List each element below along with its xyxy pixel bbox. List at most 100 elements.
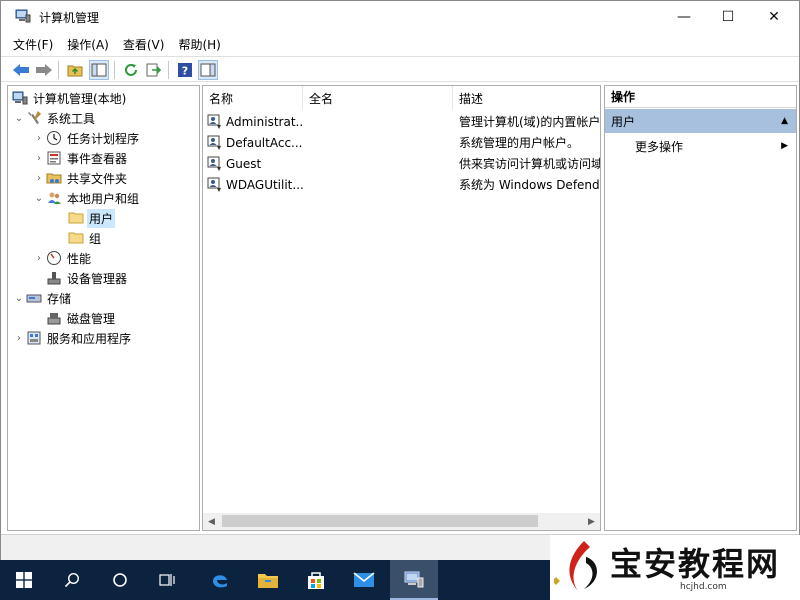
file-explorer-button[interactable] [244,560,292,600]
tree-label-task-scheduler: 任务计划程序 [67,131,140,146]
storage-icon [26,294,42,303]
store-button[interactable] [292,560,340,600]
chevron-right-icon[interactable]: › [32,253,46,264]
menu-file[interactable]: 文件(F) [7,36,59,53]
scrollbar-thumb[interactable] [222,515,538,527]
mail-icon [353,572,375,587]
actions-section-label: 用户 [611,114,636,129]
tree-item-local-users[interactable]: ⌄ 本地用户和组 [32,188,141,208]
help-icon[interactable]: ? [175,60,195,80]
user-name: WDAGUtilit... [226,177,303,192]
tools-icon [28,111,41,124]
menu-action[interactable]: 操作(A) [61,36,115,53]
scroll-right-icon[interactable]: ▶ [583,513,600,530]
tree-label-system-tools: 系统工具 [47,111,96,126]
tree-label-performance: 性能 [67,251,92,266]
task-view-button[interactable] [144,560,192,600]
menu-help[interactable]: 帮助(H) [172,36,226,53]
tree-item-users[interactable]: 用户 [68,208,116,228]
more-actions-item[interactable]: 更多操作 ▶ [635,136,790,156]
computer-management-icon [12,91,28,105]
tree-label-local-users: 本地用户和组 [67,191,140,206]
search-button[interactable] [48,560,96,600]
column-header-fullname[interactable]: 全名 [303,86,453,110]
disk-icon [47,313,61,325]
computer-management-taskbar-button[interactable] [390,560,438,600]
tree-item-groups[interactable]: 组 [68,228,103,248]
chevron-down-icon[interactable]: ⌄ [12,293,26,304]
chevron-right-icon[interactable]: › [32,153,46,164]
user-icon [207,114,221,129]
up-folder-icon[interactable] [65,60,85,80]
tree-item-system-tools[interactable]: ⌄ 系统工具 [12,108,97,128]
shared-folder-icon [46,173,62,184]
tree-item-storage[interactable]: ⌄ 存储 [12,288,73,308]
back-icon[interactable] [11,60,31,80]
tree-item-services-apps[interactable]: › 服务和应用程序 [12,328,133,348]
actions-title: 操作 [605,86,796,108]
watermark-url: hcjhd.com [680,582,727,592]
table-row[interactable]: Guest 供来宾访问计算机或访问域 [203,153,600,174]
tree-label-storage: 存储 [47,291,72,306]
watermark-text: 宝安教程网 [610,545,781,583]
chevron-right-icon[interactable]: › [32,133,46,144]
minimize-button[interactable]: — [661,1,707,32]
title-bar[interactable]: 计算机管理 — ☐ ✕ [1,1,799,32]
mail-button[interactable] [340,560,388,600]
chevron-down-icon[interactable]: ⌄ [12,113,26,124]
actions-section-users[interactable]: 用户 ▲ [605,109,796,133]
services-icon [27,331,41,345]
tree-item-event-viewer[interactable]: › 事件查看器 [32,148,129,168]
user-description: 系统管理的用户帐户。 [459,136,580,150]
table-row[interactable]: DefaultAcc... 系统管理的用户帐户。 [203,132,600,153]
event-viewer-icon [47,151,61,165]
user-fullname [309,111,453,132]
user-fullname [309,153,453,174]
table-row[interactable]: WDAGUtilit... 系统为 Windows Defender [203,174,600,195]
column-header-name[interactable]: 名称 [203,86,303,110]
user-description: 供来宾访问计算机或访问域 [459,157,600,171]
scroll-left-icon[interactable]: ◀ [203,513,220,530]
user-fullname [309,132,453,153]
table-row[interactable]: Administrat... 管理计算机(域)的内置帐户 [203,111,600,132]
window-title: 计算机管理 [39,11,100,25]
user-description: 管理计算机(域)的内置帐户 [459,115,600,129]
chevron-down-icon[interactable]: ⌄ [32,193,46,204]
show-tree-icon[interactable] [89,60,109,80]
column-header-description[interactable]: 描述 [453,86,600,110]
folder-icon [68,212,84,224]
search-icon [64,572,80,588]
watermark-logo: 宝安教程网 hcjhd.com [550,535,800,600]
edge-browser-icon [213,575,227,588]
folder-icon [68,232,84,244]
computer-management-window: 计算机管理 — ☐ ✕ 文件(F) 操作(A) 查看(V) 帮助(H) ? 计算… [0,0,800,560]
chevron-right-icon[interactable]: › [12,333,26,344]
refresh-icon[interactable] [121,60,141,80]
forward-icon[interactable] [34,60,54,80]
tree-label-users: 用户 [87,208,116,228]
tree-item-shared-folders[interactable]: › 共享文件夹 [32,168,129,188]
edge-button[interactable] [196,560,244,600]
show-action-pane-icon[interactable] [198,60,218,80]
export-list-icon[interactable] [144,60,164,80]
start-button[interactable] [0,560,48,600]
users-list-pane: 名称 全名 描述 Administrat... 管理计算机(域)的内置帐户 De… [202,85,601,531]
computer-management-icon [404,571,424,588]
tree-item-performance[interactable]: › 性能 [32,248,93,268]
horizontal-scrollbar[interactable]: ◀ ▶ [203,513,600,530]
menu-view[interactable]: 查看(V) [117,36,171,53]
tree-label-event-viewer: 事件查看器 [67,151,128,166]
chevron-right-icon[interactable]: › [32,173,46,184]
cortana-button[interactable] [96,560,144,600]
task-view-icon [159,574,175,586]
console-tree: 计算机管理(本地) ⌄ 系统工具 › 任务计划程序 › 事件查看器 › 共享文件… [7,85,200,531]
toolbar: ? [1,56,799,82]
close-button[interactable]: ✕ [751,1,797,32]
tree-item-task-scheduler[interactable]: › 任务计划程序 [32,128,141,148]
collapse-up-icon[interactable]: ▲ [781,116,788,126]
tree-item-root[interactable]: 计算机管理(本地) [12,88,128,108]
user-fullname [309,174,453,195]
tree-item-device-manager[interactable]: 设备管理器 [46,268,129,288]
maximize-button[interactable]: ☐ [705,1,751,32]
tree-item-disk-management[interactable]: 磁盘管理 [46,308,117,328]
